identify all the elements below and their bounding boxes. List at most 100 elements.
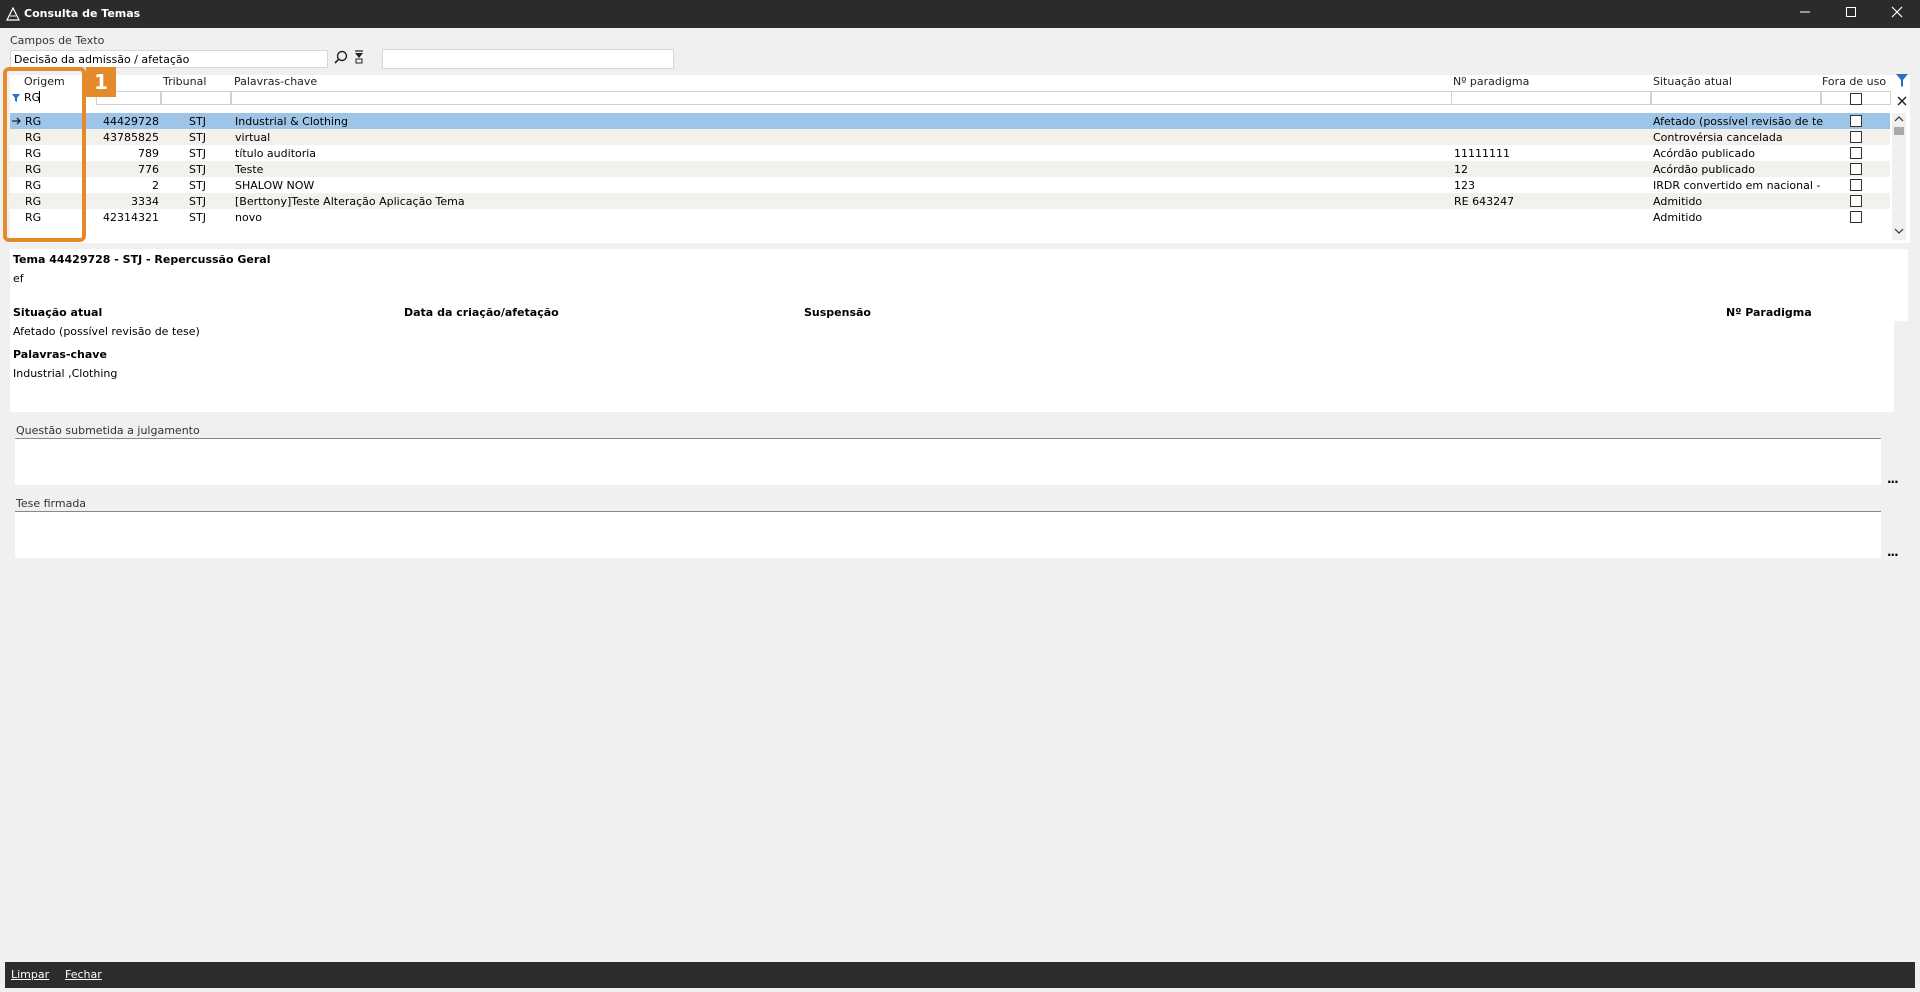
table-row[interactable]: RG 42314321 STJ novo Admitido (10, 209, 1890, 225)
maximize-icon (1846, 7, 1856, 17)
filter-dropdown-icon[interactable] (352, 49, 366, 65)
cell-tribunal: STJ (189, 211, 206, 224)
cell-palavras: Industrial & Clothing (235, 115, 348, 128)
cell-tribunal: STJ (189, 131, 206, 144)
data-criacao-label: Data da criação/afetação (404, 306, 559, 319)
cell-numero: 776 (138, 163, 159, 176)
paradigma-label: Nº Paradigma (1726, 306, 1812, 319)
cell-palavras: novo (235, 211, 262, 224)
table-row[interactable]: RG 789 STJ título auditoria 11111111 Acó… (10, 145, 1890, 161)
minimize-button[interactable] (1782, 0, 1828, 28)
maximize-button[interactable] (1828, 0, 1874, 28)
cell-situacao: Acórdão publicado (1653, 147, 1755, 160)
table-row[interactable]: RG 44429728 STJ Industrial & Clothing Af… (10, 113, 1890, 129)
cell-paradigma: 12 (1454, 163, 1468, 176)
palavras-value: Industrial ,Clothing (13, 367, 118, 380)
cell-fora-checkbox[interactable] (1850, 131, 1862, 143)
cell-numero: 42314321 (103, 211, 159, 224)
cell-fora-checkbox[interactable] (1850, 211, 1862, 223)
table-row[interactable]: RG 3334 STJ [Berttony]Teste Alteração Ap… (10, 193, 1890, 209)
filter-paradigma-input[interactable] (1451, 91, 1651, 105)
palavras-label: Palavras-chave (13, 348, 107, 361)
cell-numero: 44429728 (103, 115, 159, 128)
cell-palavras: título auditoria (235, 147, 317, 160)
close-button[interactable] (1874, 0, 1920, 28)
scroll-up-icon[interactable] (1894, 116, 1904, 122)
questao-label: Questão submetida a julgamento (16, 424, 200, 437)
col-header-fora-de-uso[interactable]: Fora de uso (1822, 75, 1886, 91)
cell-fora-checkbox[interactable] (1850, 195, 1862, 207)
campos-text-field[interactable]: Decisão da admissão / afetação (10, 50, 328, 68)
tema-title: Tema 44429728 - STJ - Repercussão Geral (13, 253, 271, 266)
scroll-down-icon[interactable] (1894, 228, 1904, 234)
col-header-situacao[interactable]: Situação atual (1653, 75, 1732, 91)
cell-situacao: Afetado (possível revisão de tese) (1653, 115, 1823, 128)
col-header-paradigma[interactable]: Nº paradigma (1453, 75, 1529, 91)
tese-textarea[interactable] (15, 511, 1881, 558)
cell-tribunal: STJ (189, 195, 206, 208)
cell-numero: 789 (138, 147, 159, 160)
cell-paradigma: 123 (1454, 179, 1475, 192)
table-row[interactable]: RG 43785825 STJ virtual Controvérsia can… (10, 129, 1890, 145)
col-header-palavras[interactable]: Palavras-chave (234, 75, 317, 91)
table-row[interactable]: RG 776 STJ Teste 12 Acórdão publicado (10, 161, 1890, 177)
situacao-label: Situação atual (13, 306, 103, 319)
filter-fora-checkbox[interactable] (1850, 93, 1862, 105)
search-icon[interactable] (333, 49, 349, 65)
cell-numero: 43785825 (103, 131, 159, 144)
cell-numero: 3334 (131, 195, 159, 208)
cell-paradigma: RE 643247 (1454, 195, 1515, 208)
cell-fora-checkbox[interactable] (1850, 163, 1862, 175)
fechar-button[interactable]: Fechar (65, 968, 102, 981)
cell-numero: 2 (152, 179, 159, 192)
cell-palavras: Teste (235, 163, 264, 176)
table-row[interactable]: RG 2 STJ SHALOW NOW 123 IRDR convertido … (10, 177, 1890, 193)
app-icon (6, 7, 20, 21)
cell-situacao: Admitido (1653, 195, 1703, 208)
tese-expand-button[interactable]: ... (1887, 545, 1899, 559)
tese-label: Tese firmada (16, 497, 87, 510)
bottom-toolbar: Limpar Fechar (5, 962, 1915, 988)
scroll-thumb[interactable] (1894, 127, 1904, 135)
temas-grid: Origem Tribunal Palavras-chave Nº paradi… (10, 75, 1910, 243)
close-icon (1891, 6, 1903, 18)
minimize-icon (1800, 11, 1810, 13)
col-header-tribunal[interactable]: Tribunal (163, 75, 206, 91)
cell-palavras: SHALOW NOW (235, 179, 315, 192)
cell-palavras: [Berttony]Teste Alteração Aplicação Tema (235, 195, 465, 208)
cell-fora-checkbox[interactable] (1850, 179, 1862, 191)
filter-palavras-input[interactable] (231, 91, 1461, 105)
cell-fora-checkbox[interactable] (1850, 115, 1862, 127)
cell-fora-checkbox[interactable] (1850, 147, 1862, 159)
cell-palavras: virtual (235, 131, 271, 144)
suspensao-label: Suspensão (804, 306, 871, 319)
cell-situacao: Acórdão publicado (1653, 163, 1755, 176)
tema-description: ef (13, 272, 24, 285)
detail-panel: Tema 44429728 - STJ - Repercussão Geral … (10, 249, 1908, 412)
cell-tribunal: STJ (189, 147, 206, 160)
title-bar: Consulta de Temas (0, 0, 1920, 28)
filter-situacao-input[interactable] (1651, 91, 1821, 105)
clear-filter-icon[interactable] (1897, 96, 1907, 106)
origem-highlight-box (3, 67, 86, 242)
filter-tribunal-input[interactable] (161, 91, 231, 105)
callout-badge: 1 (86, 67, 116, 97)
situacao-value: Afetado (possível revisão de tese) (13, 325, 200, 338)
cell-situacao: IRDR convertido em nacional - ST (1653, 179, 1823, 192)
cell-tribunal: STJ (189, 115, 206, 128)
grid-vertical-scrollbar[interactable] (1892, 113, 1906, 240)
window-title: Consulta de Temas (24, 7, 141, 20)
limpar-button[interactable]: Limpar (11, 968, 49, 981)
cell-tribunal: STJ (189, 163, 206, 176)
campos-second-field[interactable] (382, 49, 674, 69)
campos-field-value: Decisão da admissão / afetação (14, 53, 190, 66)
campos-label: Campos de Texto (10, 34, 105, 47)
cell-situacao: Admitido (1653, 211, 1703, 224)
questao-textarea[interactable] (15, 438, 1881, 485)
cell-tribunal: STJ (189, 179, 206, 192)
cell-paradigma: 11111111 (1454, 147, 1510, 160)
filter-options-icon[interactable] (1896, 74, 1908, 88)
questao-expand-button[interactable]: ... (1887, 472, 1899, 486)
cell-situacao: Controvérsia cancelada (1653, 131, 1783, 144)
detail-scrollbar[interactable] (1894, 321, 1908, 412)
